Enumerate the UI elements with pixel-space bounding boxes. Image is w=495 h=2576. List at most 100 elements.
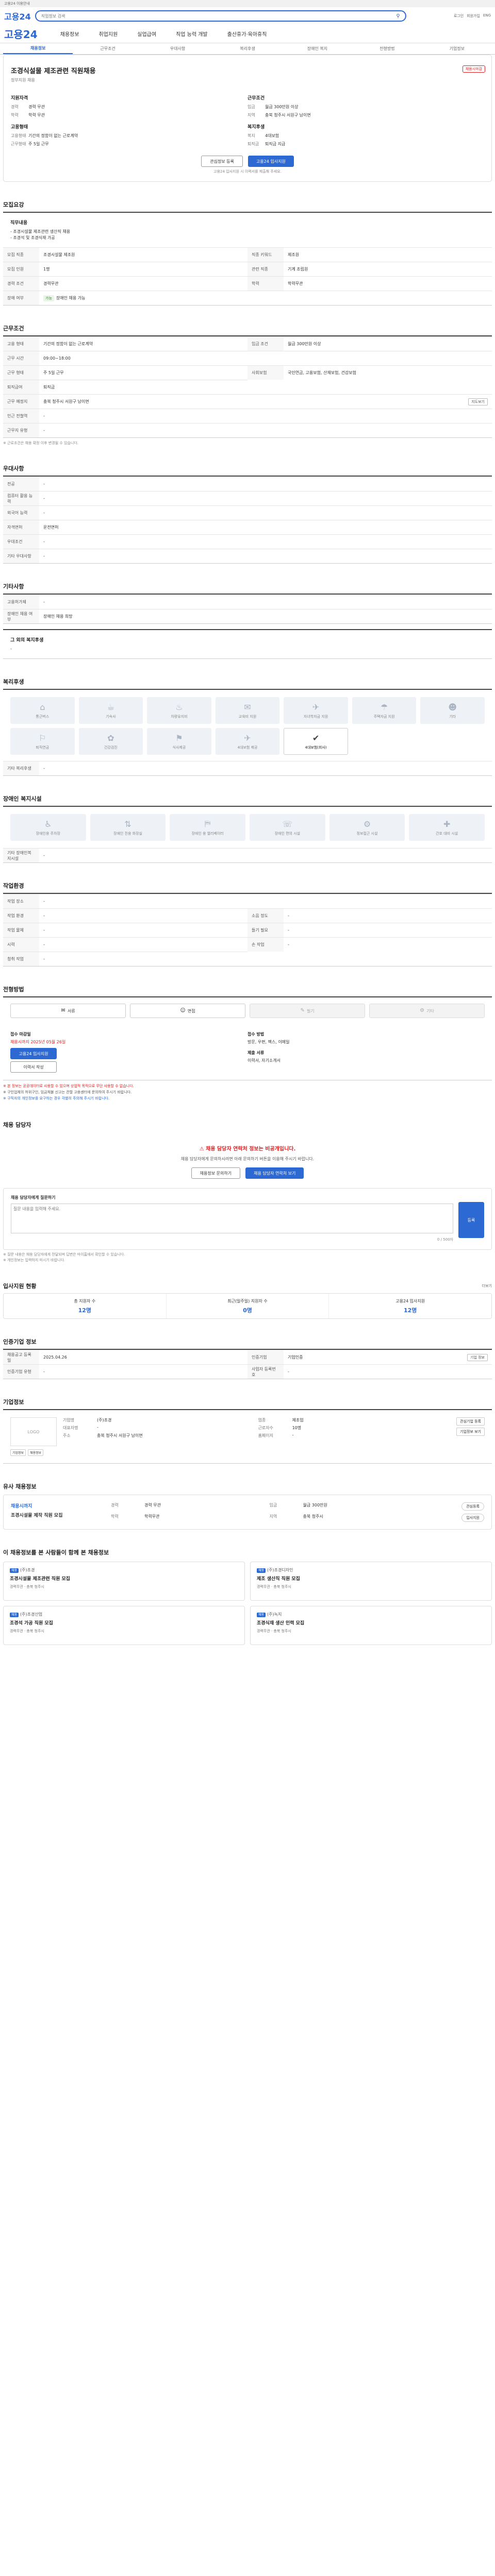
kv-key: 임금: [248, 105, 255, 109]
util-join[interactable]: 회원가입: [467, 13, 480, 19]
recommend-title[interactable]: 조경석 가공 직원 모집: [10, 1619, 238, 1626]
company-info-button[interactable]: 기업 정보: [467, 1353, 488, 1361]
step-label: 서류: [67, 1008, 75, 1013]
prefer-box: 전공 - 컴퓨터 활용 능력 - 외국어 능력 - 자격면허 운전면허 우대조건 - 기타…: [3, 476, 492, 564]
row-key: 컴퓨터 활용 능력: [3, 492, 39, 505]
recommend-card[interactable]: 채용 (주)조경 조경시설물 제조관련 직원 모집 경력무관 · 충북 청주시: [3, 1562, 245, 1601]
tab-condition[interactable]: 근무조건: [73, 43, 142, 54]
apply-button[interactable]: 고용24 입사지원: [248, 156, 294, 167]
tuition-icon: ✈: [312, 702, 320, 712]
scrap-button[interactable]: 관심정보 등록: [201, 156, 243, 167]
company-follow-button[interactable]: 관심기업 등록: [456, 1417, 485, 1426]
gnb-item-leave[interactable]: 출산휴가·육아휴직: [227, 30, 267, 38]
cell-value: 학력무관: [288, 281, 303, 286]
recruit-cell: 직종 키워드 제조원: [248, 247, 492, 262]
kv-key: 고용형태: [11, 133, 26, 138]
cell-key: 근무 형태: [3, 366, 39, 380]
row-value: 장애인 채용 희망: [43, 614, 73, 619]
tab-recruit[interactable]: 채용정보: [3, 43, 73, 54]
cell-value: -: [288, 1369, 289, 1375]
recommend-title[interactable]: 제조 생산직 직원 모집: [257, 1575, 485, 1582]
gnb-item-jobs[interactable]: 채용정보: [60, 30, 79, 38]
tab-company[interactable]: 기업정보: [422, 43, 492, 54]
info-section: 인증기업 정보 채용공고 등록일 2025.04.26 인증기업 기업인증 기업 정보…: [3, 1337, 492, 1380]
method-apply-button[interactable]: 고용24 입사지원: [10, 1048, 57, 1059]
car-icon: ♨: [175, 702, 183, 712]
cell-key: 사회보험: [248, 366, 284, 380]
recommend-card[interactable]: 채용 (주)조경산업 조경석 가공 직원 모집 경력무관 · 충북 청주시: [3, 1606, 245, 1646]
recommend-heading: 이 채용정보를 본 사람들이 함께 본 채용정보: [3, 1549, 109, 1556]
recommend-card[interactable]: 채용 (주)조경디자인 제조 생산직 직원 모집 경력무관 · 충북 청주시: [250, 1562, 492, 1601]
write-resume-button[interactable]: 이력서 작성: [10, 1061, 57, 1073]
similar-apply-button[interactable]: 입사지원: [461, 1514, 484, 1522]
contact-heading: 채용 담당자: [3, 1121, 31, 1128]
stat-item: 최근(일주일) 지원자 수 0명: [166, 1294, 329, 1319]
company-value: 제조업: [292, 1418, 304, 1423]
etc-row: 고용허가제 -: [3, 595, 492, 609]
recommend-card[interactable]: 채용 (주)녹지 조경식재 생산 인력 모집 경력무관 · 충북 청주시: [250, 1606, 492, 1646]
gnb-item-training[interactable]: 직업 능력 개발: [176, 30, 208, 38]
similar-title[interactable]: 조경시설물 제작 직원 모집: [11, 1512, 104, 1518]
gnb-item-support[interactable]: 취업지원: [98, 30, 118, 38]
recommend-company: 채용 (주)조경디자인: [257, 1567, 485, 1573]
similar-meta: 경력 경력 무관 임금 월급 300만원 학력 학력무관 지역 충북 청주시: [111, 1502, 425, 1522]
tab-disabled[interactable]: 장애인 복지: [283, 43, 352, 54]
recommend-title[interactable]: 조경식재 생산 인력 모집: [257, 1619, 485, 1626]
tab-method[interactable]: 전형방법: [352, 43, 422, 54]
kv-value: 주 5일 근무: [28, 142, 49, 146]
search-icon[interactable]: ⚲: [396, 13, 400, 19]
contact-warning: ⚠ 채용 담당자 연락처 정보는 비공개입니다.: [3, 1144, 492, 1152]
welfare-box: ⌂ 통근버스 ☕ 기숙사 ♨ 차량유지비 ✉ 교육비 지원 ✈ 자녀학자금 지원 ☂ 주택자…: [3, 689, 492, 776]
disabled-label: 간호 대비 시설: [436, 831, 458, 836]
topbar-notice[interactable]: 고용24 이용안내: [4, 1, 30, 6]
contact-view-button[interactable]: 채용 담당자 연락처 보기: [245, 1167, 304, 1179]
similar-key: 지역: [269, 1514, 277, 1519]
welfare-tile: ✈ 자녀학자금 지원: [284, 697, 348, 724]
question-submit-button[interactable]: 등록: [458, 1202, 484, 1239]
util-login[interactable]: 로그인: [454, 13, 464, 19]
question-input[interactable]: [11, 1204, 453, 1234]
welfare-tile: ☻ 기타: [420, 697, 485, 724]
similar-job-card[interactable]: 채용시까지 조경시설물 제작 직원 모집 경력 경력 무관 임금 월급 300만원 …: [3, 1495, 492, 1530]
similar-scrap-button[interactable]: 관심등록: [461, 1502, 484, 1511]
company-badge[interactable]: 채용정보: [28, 1449, 44, 1456]
tab-welfare[interactable]: 복리후생: [212, 43, 282, 54]
disabled-grid: ♿ 장애인용 주차장 ⇅ 장애인 전용 화장실 ⛿ 장애인 용 엘리베이터 ☏ 장애인 …: [3, 807, 492, 848]
info-heading: 인증기업 정보: [3, 1338, 37, 1346]
deadline-badge: 채용시마감: [462, 65, 485, 73]
company-view-button[interactable]: 기업정보 보기: [456, 1428, 485, 1436]
gear-icon: ⚙: [420, 1008, 425, 1013]
map-button[interactable]: 지도보기: [468, 398, 488, 405]
contact-actions: 채용정보 문의하기 채용 담당자 연락처 보기: [3, 1167, 492, 1179]
summary-right: 근무조건 임금 월급 300만원 이상 지역 충북 청주시 서원구 남이면 복지후생…: [248, 89, 484, 149]
welfare-label: 4대보험 제공: [237, 745, 258, 750]
company-key: 근로자수: [258, 1426, 274, 1431]
tab-prefer[interactable]: 우대사항: [143, 43, 212, 54]
stat-item: 총 지원자 수 12명: [4, 1294, 166, 1318]
inquiry-button[interactable]: 채용정보 문의하기: [191, 1167, 241, 1179]
welfare-label: 식사제공: [172, 745, 186, 750]
search-box[interactable]: ⚲: [35, 10, 406, 22]
util-eng[interactable]: ENG: [483, 13, 491, 19]
recruit-heading: 모집요강: [3, 201, 24, 208]
welfare-label: 퇴직연금: [36, 745, 50, 750]
deadline-value: 채용시까지 2025년 05월 26일: [10, 1040, 66, 1044]
question-count: 0 / 500자: [437, 1238, 453, 1242]
site-logo[interactable]: 고용24: [4, 10, 31, 22]
work-cell: 작업 장소 -: [3, 894, 492, 908]
warning-line: ※ 본 정보는 공공데이터로 사용할 수 있으며 상업적 목적으로 무단 사용할…: [3, 1084, 134, 1088]
condition-note: ※ 근로조건은 채용 확정 이후 변경될 수 있습니다.: [3, 441, 79, 445]
stat-more-link[interactable]: 더보기: [482, 1283, 492, 1289]
gnb-logo[interactable]: 고용24: [4, 26, 38, 41]
summary-kv: 근무형태 주 5일 근무: [11, 141, 248, 147]
company-key: 홈페이지: [258, 1433, 274, 1438]
disabled-label: 정보접근 시설: [356, 831, 378, 836]
gnb-item-unemployment[interactable]: 실업급여: [137, 30, 156, 38]
search-row: 고용24 ⚲ 로그인 회원가입 ENG: [0, 7, 495, 25]
access-icon: ⚙: [363, 819, 371, 829]
company-badge[interactable]: 기업정보: [10, 1449, 26, 1456]
disabled-label: 장애인 전용 화장실: [113, 831, 142, 836]
recommend-title[interactable]: 조경시설물 제조관련 직원 모집: [10, 1575, 238, 1582]
recruit-cell: 모집 인원 1명: [3, 262, 248, 276]
search-input[interactable]: [41, 13, 393, 19]
